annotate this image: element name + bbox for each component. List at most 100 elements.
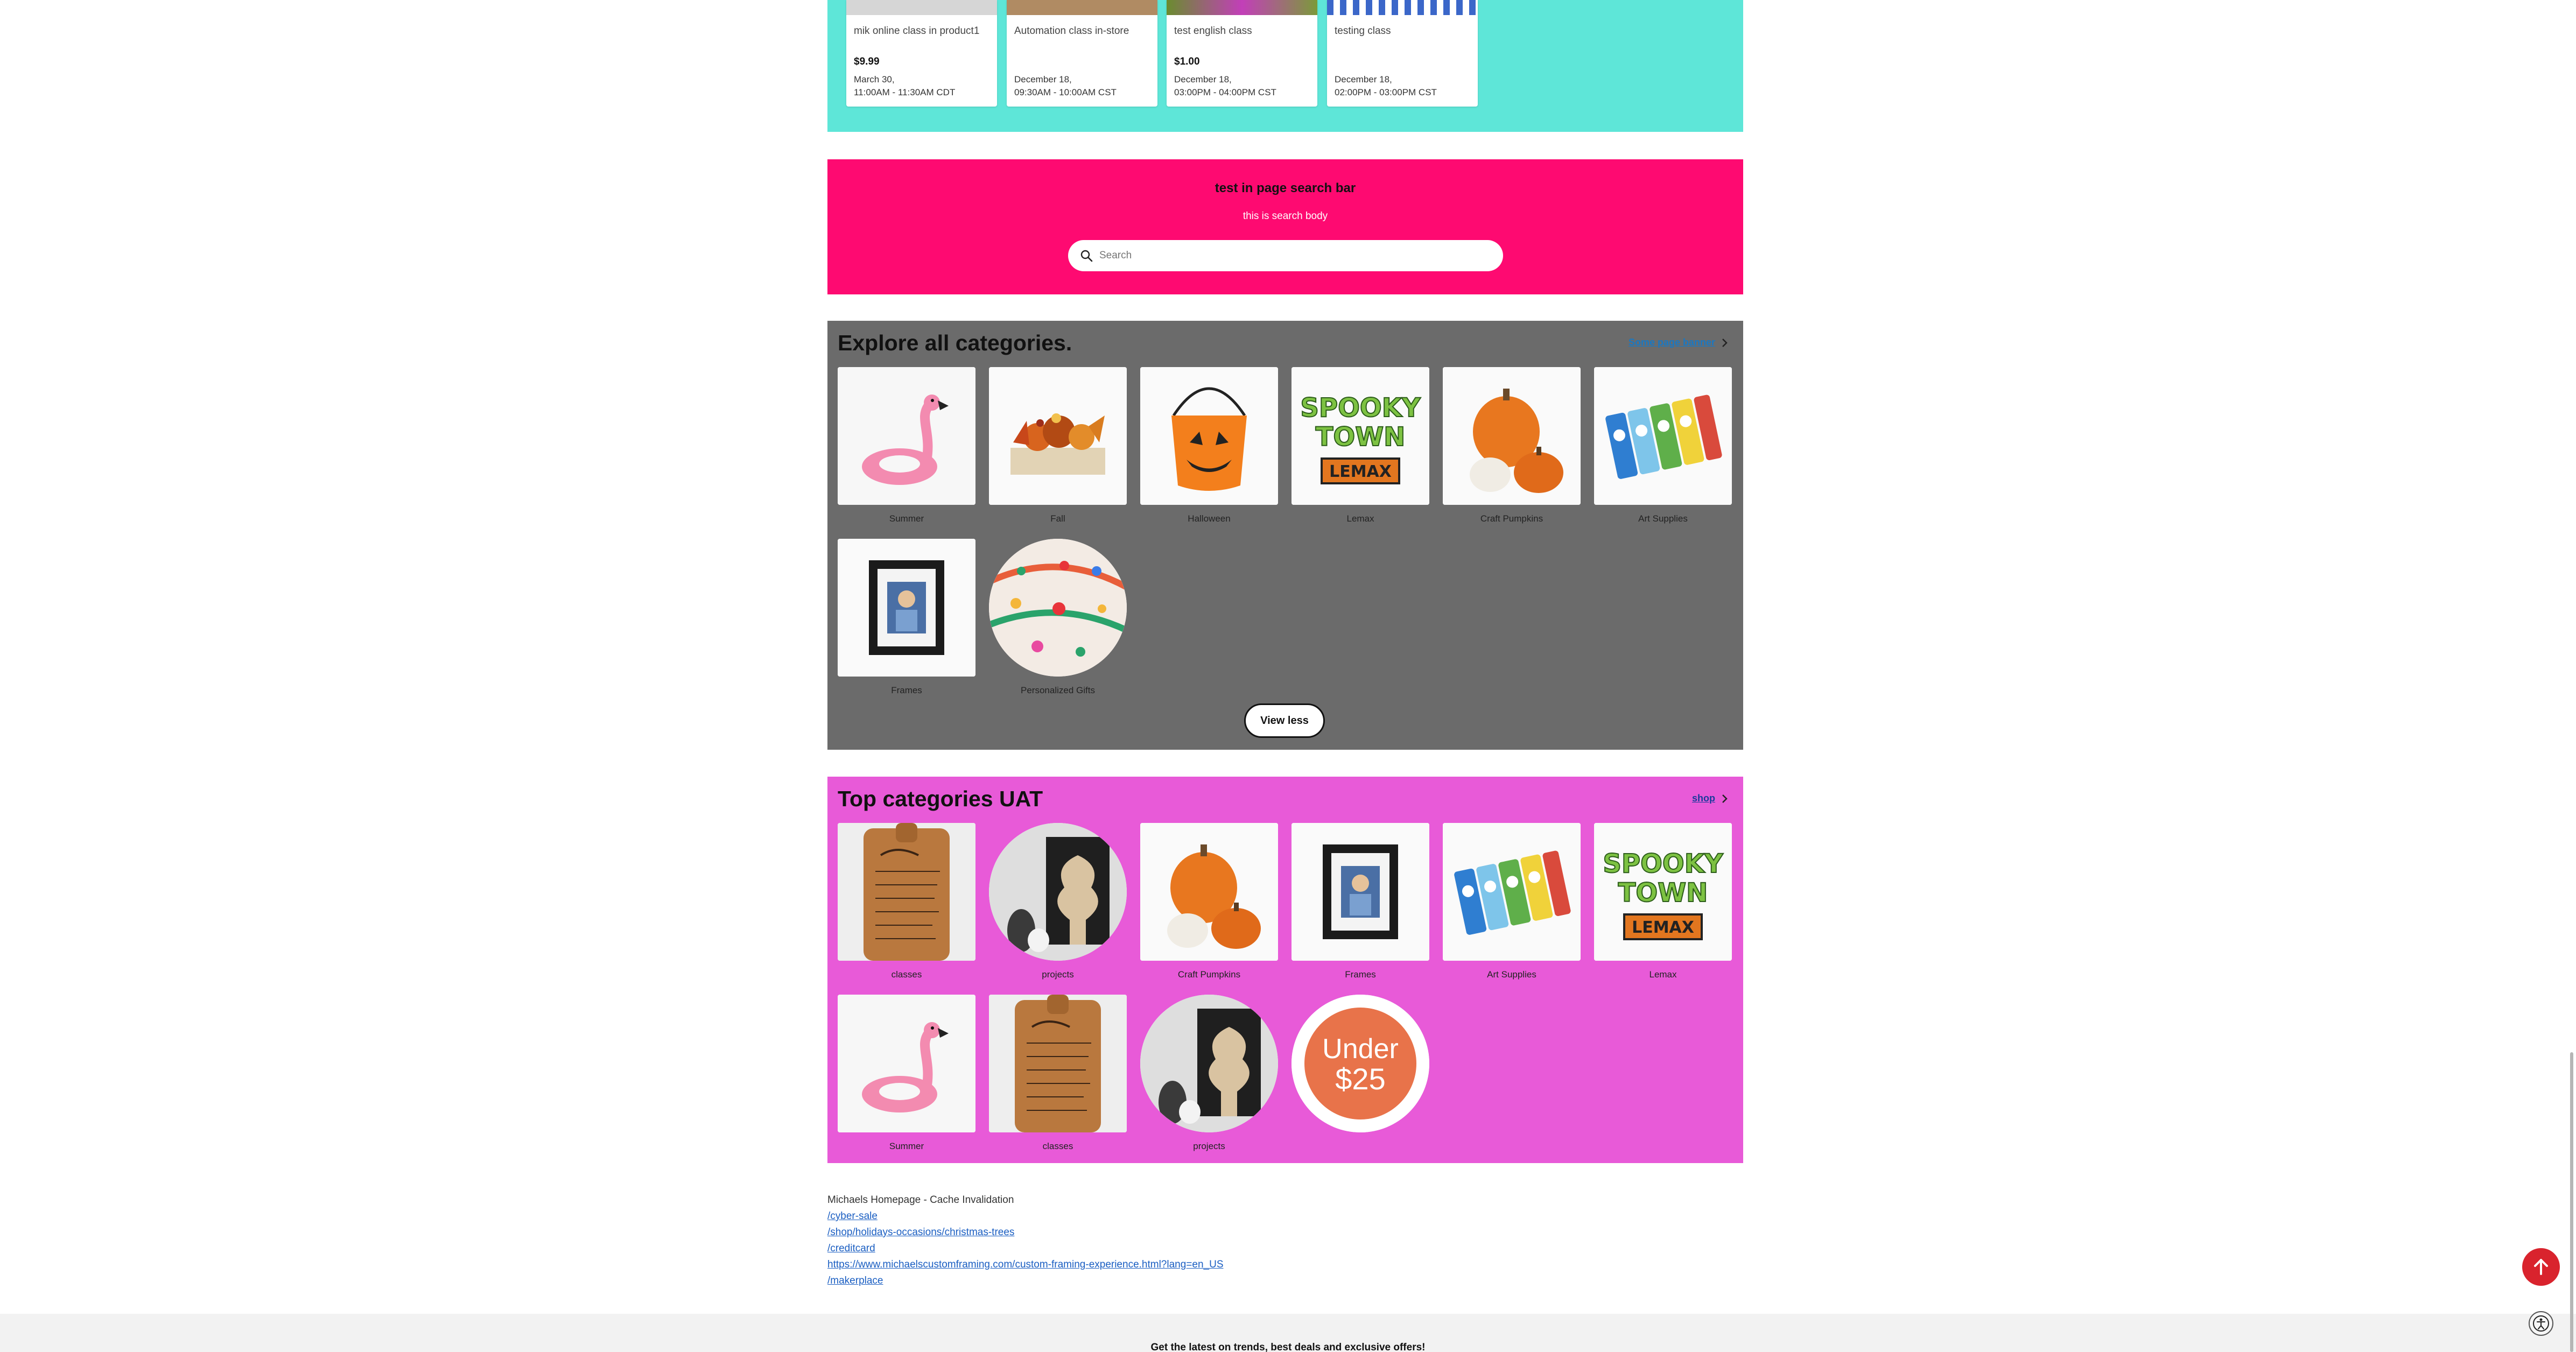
class-date: December 18, 03:00PM - 04:00PM CST [1174, 74, 1276, 97]
class-thumbnail [1327, 0, 1478, 15]
category-label: Lemax [1346, 513, 1374, 524]
category-tile-art-supplies[interactable]: Art Supplies [1594, 367, 1732, 524]
search-input[interactable] [1099, 240, 1487, 271]
section-title: Explore all categories. [838, 330, 1072, 355]
spooky-logo-badge: LEMAX [1329, 462, 1392, 481]
photo-frame-icon [1291, 823, 1429, 961]
category-tile-classes[interactable]: classes [989, 995, 1127, 1152]
under-25-line2: $25 [1335, 1062, 1385, 1096]
flamingo-float-icon [838, 995, 975, 1132]
classes-carousel: mik online class in product1 $9.99 March… [827, 0, 1743, 132]
class-price: $1.00 [1174, 56, 1200, 67]
link-makerplace[interactable]: /makerplace [827, 1273, 1224, 1289]
category-label: Summer [889, 513, 924, 524]
class-price: $9.99 [854, 56, 880, 67]
link-cyber-sale[interactable]: /cyber-sale [827, 1208, 1224, 1224]
category-label: classes [891, 969, 922, 980]
link-creditcard[interactable]: /creditcard [827, 1241, 1224, 1257]
spooky-logo-line1: SPOOKY [1300, 393, 1421, 423]
spooky-town-logo-icon: SPOOKY TOWN LEMAX [1291, 367, 1429, 505]
category-tile-fall[interactable]: Fall [989, 367, 1127, 524]
category-label: projects [1042, 969, 1074, 980]
search-section-body: this is search body [1243, 210, 1328, 222]
category-tile-summer[interactable]: Summer [838, 995, 975, 1152]
under-25-badge-icon: Under $25 [1291, 995, 1429, 1132]
category-label: Frames [891, 685, 922, 695]
chevron-right-icon [1722, 338, 1728, 347]
section-banner-link[interactable]: Some page banner [1629, 337, 1728, 348]
search-icon [1080, 250, 1093, 262]
accessibility-icon [2533, 1315, 2549, 1332]
category-tile-lemax[interactable]: SPOOKY TOWN LEMAX Lemax [1291, 367, 1429, 524]
craft-pumpkins-icon [1443, 367, 1581, 505]
spooky-logo-badge: LEMAX [1632, 918, 1694, 937]
tree-sign-icon [989, 823, 1127, 961]
link-custom-framing[interactable]: https://www.michaelscustomframing.com/cu… [827, 1257, 1224, 1273]
flamingo-float-icon [838, 367, 975, 505]
category-label: Art Supplies [1638, 513, 1688, 524]
link-christmas-trees[interactable]: /shop/holidays-occasions/christmas-trees [827, 1224, 1224, 1241]
category-tile-frames[interactable]: Frames [838, 539, 975, 696]
photo-frame-icon [838, 539, 975, 677]
category-tile-craft-pumpkins[interactable]: Craft Pumpkins [1140, 823, 1278, 980]
view-less-button[interactable]: View less [1244, 703, 1325, 738]
category-label: Craft Pumpkins [1177, 969, 1241, 980]
chevron-right-icon [1722, 794, 1728, 803]
spooky-town-logo-icon: SPOOKY TOWN LEMAX [1594, 823, 1732, 961]
personalized-plate-icon [989, 539, 1127, 677]
category-label: projects [1193, 1141, 1225, 1151]
accessibility-button[interactable] [2529, 1311, 2553, 1336]
category-tile-summer[interactable]: Summer [838, 367, 975, 524]
section-link-label: shop [1692, 793, 1715, 804]
class-card[interactable]: Automation class in-store December 18, 09… [1007, 0, 1157, 107]
newsletter-band: Get the latest on trends, best deals and… [0, 1314, 2576, 1352]
shop-link[interactable]: shop [1692, 793, 1728, 804]
class-date: December 18, 09:30AM - 10:00AM CST [1014, 74, 1117, 97]
back-to-top-button[interactable] [2522, 1248, 2560, 1286]
class-thumbnail [1007, 0, 1157, 15]
search-bar[interactable] [1068, 240, 1503, 271]
cache-invalidation-links: Michaels Homepage - Cache Invalidation /… [827, 1192, 1224, 1289]
class-card[interactable]: testing class December 18, 02:00PM - 03:0… [1327, 0, 1478, 107]
paint-tubes-icon [1594, 367, 1732, 505]
category-label: Personalized Gifts [1021, 685, 1095, 695]
craft-pumpkins-icon [1140, 823, 1278, 961]
category-tile-projects[interactable]: projects [989, 823, 1127, 980]
category-tile-art-supplies[interactable]: Art Supplies [1443, 823, 1581, 980]
category-label: Art Supplies [1487, 969, 1536, 980]
category-tile-halloween[interactable]: Halloween [1140, 367, 1278, 524]
spooky-logo-line1: SPOOKY [1603, 849, 1724, 879]
class-title: Automation class in-store [1014, 25, 1129, 37]
category-tile-lemax[interactable]: SPOOKY TOWN LEMAX Lemax [1594, 823, 1732, 980]
search-section-title: test in page search bar [1215, 181, 1356, 195]
class-card[interactable]: mik online class in product1 $9.99 March… [846, 0, 997, 107]
tree-sign-icon [1140, 995, 1278, 1132]
category-label: classes [1042, 1141, 1073, 1151]
class-thumbnail [1167, 0, 1317, 15]
category-tile-craft-pumpkins[interactable]: Craft Pumpkins [1443, 367, 1581, 524]
category-tile-under-25[interactable]: Under $25 [1291, 995, 1429, 1132]
category-label: Craft Pumpkins [1480, 513, 1543, 524]
paint-tubes-icon [1443, 823, 1581, 961]
class-date: December 18, 02:00PM - 03:00PM CST [1335, 74, 1437, 97]
class-card[interactable]: test english class $1.00 December 18, 03:… [1167, 0, 1317, 107]
category-label: Halloween [1188, 513, 1231, 524]
category-tile-personalized-gifts[interactable]: Personalized Gifts [989, 539, 1127, 696]
category-tile-classes[interactable]: classes [838, 823, 975, 980]
page-scrollbar[interactable] [2570, 1052, 2573, 1352]
section-link-label: Some page banner [1628, 337, 1715, 348]
spooky-logo-line2: TOWN [1618, 878, 1708, 908]
class-title: testing class [1335, 25, 1391, 37]
class-thumbnail [846, 0, 997, 15]
category-tile-projects[interactable]: projects [1140, 995, 1278, 1152]
category-label: Frames [1345, 969, 1376, 980]
links-caption: Michaels Homepage - Cache Invalidation [827, 1194, 1014, 1206]
pumpkin-bucket-icon [1140, 367, 1278, 505]
top-categories-section: Top categories UAT shop classes projects [827, 777, 1743, 1163]
class-date: March 30, 11:00AM - 11:30AM CDT [854, 74, 956, 97]
category-tile-frames[interactable]: Frames [1291, 823, 1429, 980]
category-label: Lemax [1649, 969, 1677, 980]
fall-centerpiece-icon [989, 367, 1127, 505]
cutting-board-icon [838, 823, 975, 961]
cutting-board-icon [989, 995, 1127, 1132]
